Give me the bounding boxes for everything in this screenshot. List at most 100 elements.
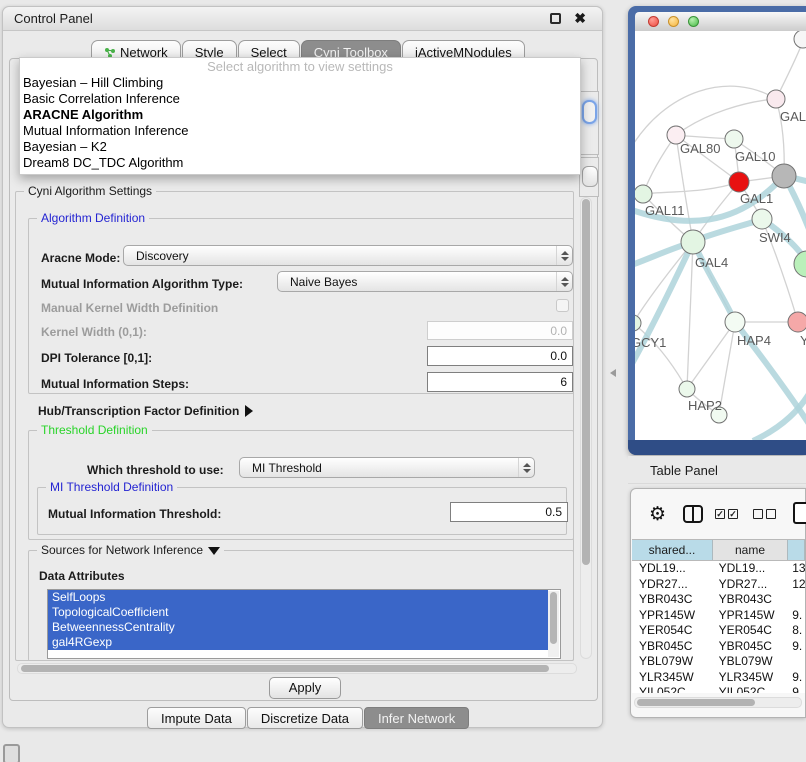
algorithm-option[interactable]: Dream8 DC_TDC Algorithm bbox=[20, 155, 580, 171]
table-cell: YPR145W bbox=[712, 608, 786, 624]
network-node[interactable] bbox=[725, 312, 745, 332]
hub-definition-toggle[interactable]: Hub/Transcription Factor Definition bbox=[38, 404, 253, 418]
data-attribute-item[interactable]: TopologicalCoefficient bbox=[48, 605, 548, 620]
network-node[interactable] bbox=[679, 381, 695, 397]
algorithm-dropdown-popup: Select algorithm to view settings Bayesi… bbox=[19, 57, 581, 175]
close-panel-icon[interactable]: ✖ bbox=[574, 10, 586, 27]
data-attribute-item[interactable]: BetweennessCentrality bbox=[48, 620, 548, 635]
network-node[interactable] bbox=[788, 312, 806, 332]
pane-splitter-arrow[interactable] bbox=[610, 369, 616, 377]
table-cell: YIL052C bbox=[632, 685, 712, 693]
algorithm-option-list: Bayesian – Hill ClimbingBasic Correlatio… bbox=[20, 75, 580, 171]
table-cell: YDR27... bbox=[712, 577, 786, 593]
network-edge[interactable] bbox=[676, 99, 776, 135]
network-node[interactable] bbox=[635, 185, 652, 203]
bottom-tab-infer-network[interactable]: Infer Network bbox=[364, 707, 469, 729]
column-header[interactable] bbox=[788, 540, 805, 560]
table-horizontal-scrollbar[interactable] bbox=[634, 697, 802, 708]
network-node[interactable] bbox=[794, 31, 806, 48]
network-node[interactable] bbox=[767, 90, 785, 108]
mi-threshold-field[interactable]: 0.5 bbox=[450, 502, 568, 522]
algorithm-option[interactable]: Bayesian – Hill Climbing bbox=[20, 75, 580, 91]
table-row[interactable]: YBR043CYBR043C bbox=[632, 592, 805, 608]
network-edge[interactable] bbox=[687, 242, 693, 389]
table-row[interactable]: YDR27...YDR27...12 bbox=[632, 577, 805, 593]
occluded-button-fragment[interactable] bbox=[582, 166, 598, 187]
table-row[interactable]: YIL052CYIL052C9 bbox=[632, 685, 805, 693]
mi-algorithm-type-combo[interactable]: Naive Bayes bbox=[277, 271, 573, 292]
columns-icon[interactable] bbox=[683, 505, 703, 523]
settings-vertical-scrollbar[interactable] bbox=[580, 197, 592, 659]
table-row[interactable]: YER054CYER054C8. bbox=[632, 623, 805, 639]
table-row[interactable]: YDL19...YDL19...13 bbox=[632, 561, 805, 577]
gear-icon[interactable]: ⚙ bbox=[649, 503, 666, 525]
table-row[interactable]: YPR145WYPR145W9. bbox=[632, 608, 805, 624]
network-node[interactable] bbox=[681, 230, 705, 254]
network-edge[interactable] bbox=[635, 323, 687, 389]
network-edge[interactable] bbox=[643, 182, 739, 194]
network-edge-thick[interactable] bbox=[693, 242, 735, 322]
focused-combo-fragment[interactable] bbox=[582, 100, 597, 124]
data-attribute-item[interactable]: gal4RGexp bbox=[48, 635, 548, 650]
network-node[interactable] bbox=[729, 172, 749, 192]
sources-group-title[interactable]: Sources for Network Inference bbox=[37, 543, 224, 557]
close-window-icon[interactable] bbox=[648, 16, 659, 27]
algorithm-option[interactable]: Mutual Information Inference bbox=[20, 123, 580, 139]
network-edge-thick[interactable] bbox=[753, 387, 806, 440]
mi-threshold-label: Mutual Information Threshold: bbox=[48, 507, 221, 521]
which-threshold-combo[interactable]: MI Threshold bbox=[239, 457, 535, 478]
bottom-tab-impute-data[interactable]: Impute Data bbox=[147, 707, 246, 729]
table-cell: YER054C bbox=[712, 623, 786, 639]
algorithm-option[interactable]: Bayesian – K2 bbox=[20, 139, 580, 155]
table-cell: YBR043C bbox=[632, 592, 712, 608]
network-edge[interactable] bbox=[643, 135, 676, 194]
minimize-window-icon[interactable] bbox=[668, 16, 679, 27]
network-edge[interactable] bbox=[776, 41, 803, 99]
mi-steps-field[interactable]: 6 bbox=[427, 372, 573, 392]
table-row[interactable]: YBR045CYBR045C9. bbox=[632, 639, 805, 655]
zoom-window-icon[interactable] bbox=[688, 16, 699, 27]
dpi-tolerance-field[interactable]: 0.0 bbox=[427, 346, 573, 366]
table-row[interactable]: YLR345WYLR345W9. bbox=[632, 670, 805, 686]
algorithm-dropdown-placeholder: Select algorithm to view settings bbox=[20, 58, 580, 75]
aracne-mode-label: Aracne Mode: bbox=[41, 251, 120, 265]
column-header[interactable]: name bbox=[713, 540, 788, 560]
network-node[interactable] bbox=[794, 251, 806, 277]
apply-button[interactable]: Apply bbox=[269, 677, 341, 699]
new-table-icon[interactable] bbox=[793, 502, 806, 524]
scrollbar-thumb[interactable] bbox=[550, 592, 557, 644]
select-all-checkbox-icon[interactable]: ✓ bbox=[715, 509, 725, 519]
algorithm-option[interactable]: Basic Correlation Inference bbox=[20, 91, 580, 107]
table-cell bbox=[785, 592, 805, 608]
deselect-all-checkbox-icon[interactable] bbox=[766, 509, 776, 519]
network-canvas[interactable]: GALGAL80GAL10GAL1GAL11SWI4GAL4GCY1HAP4YH… bbox=[635, 31, 806, 440]
settings-horizontal-scrollbar[interactable] bbox=[17, 663, 577, 674]
scrollbar-thumb[interactable] bbox=[637, 699, 755, 706]
select-all-checkbox-icon[interactable]: ✓ bbox=[728, 509, 738, 519]
network-node[interactable] bbox=[725, 130, 743, 148]
network-node[interactable] bbox=[752, 209, 772, 229]
scrollbar-thumb[interactable] bbox=[21, 665, 549, 672]
minimized-panel-icon[interactable] bbox=[3, 744, 20, 762]
bottom-tab-discretize-data[interactable]: Discretize Data bbox=[247, 707, 363, 729]
algorithm-definition-group: Algorithm Definition Aracne Mode: Discov… bbox=[28, 218, 574, 394]
column-header[interactable]: shared... bbox=[632, 540, 713, 560]
aracne-mode-combo[interactable]: Discovery bbox=[123, 245, 573, 266]
float-panel-icon[interactable] bbox=[550, 13, 561, 24]
table-body: YDL19...YDL19...13YDR27...YDR27...12YBR0… bbox=[632, 561, 805, 693]
network-edge[interactable] bbox=[687, 322, 735, 389]
network-graph[interactable]: GALGAL80GAL10GAL1GAL11SWI4GAL4GCY1HAP4YH… bbox=[635, 31, 806, 440]
algorithm-option[interactable]: ARACNE Algorithm bbox=[20, 107, 580, 123]
deselect-all-checkbox-icon[interactable] bbox=[753, 509, 763, 519]
node-label: GAL10 bbox=[735, 149, 775, 164]
kernel-width-field[interactable]: 0.0 bbox=[427, 321, 573, 340]
table-cell: 9. bbox=[785, 639, 805, 655]
data-attribute-item[interactable]: SelfLoops bbox=[48, 590, 548, 605]
aracne-mode-value: Discovery bbox=[124, 249, 556, 263]
table-row[interactable]: YBL079WYBL079W bbox=[632, 654, 805, 670]
attribute-list-scrollbar[interactable] bbox=[548, 591, 559, 657]
network-node[interactable] bbox=[772, 164, 796, 188]
manual-kernel-checkbox[interactable] bbox=[556, 299, 569, 312]
scrollbar-thumb[interactable] bbox=[582, 199, 590, 565]
hub-definition-label: Hub/Transcription Factor Definition bbox=[38, 404, 239, 418]
